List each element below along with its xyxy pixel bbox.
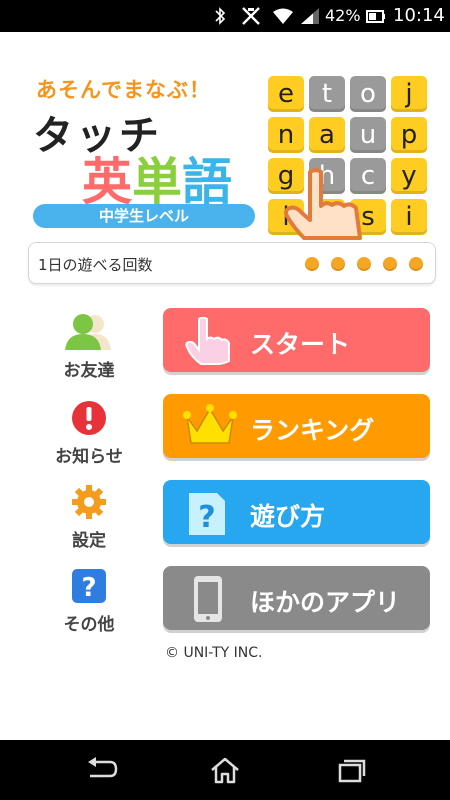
start-button-label: スタート	[250, 330, 351, 359]
svg-text:?: ?	[198, 500, 215, 535]
bluetooth-icon	[215, 7, 226, 25]
nfc-icon	[242, 7, 260, 25]
ranking-button-label: ランキング	[250, 416, 375, 445]
side-item-friends[interactable]: お友達	[44, 312, 134, 381]
ranking-button[interactable]: ランキング	[163, 394, 430, 458]
play-dot	[331, 257, 345, 271]
side-label-notice: お知らせ	[55, 447, 123, 467]
catchphrase: あそんでまなぶ！	[36, 78, 211, 102]
letter-tile: t	[309, 76, 345, 112]
friends-icon	[65, 314, 111, 350]
back-icon[interactable]	[84, 756, 118, 784]
status-bar: 42% 10:14	[0, 0, 450, 32]
side-item-settings[interactable]: 設定	[44, 484, 134, 551]
side-label-other: その他	[63, 615, 115, 635]
play-dot	[357, 257, 371, 271]
notice-icon	[72, 401, 106, 435]
smartphone-icon	[194, 576, 222, 622]
daily-play-count-bar: 1日の遊べる回数	[28, 242, 436, 284]
battery-percent: 42%	[325, 6, 361, 25]
question-icon: ?	[72, 569, 106, 603]
title-char-1: 英	[82, 153, 132, 211]
side-label-friends: お友達	[63, 361, 115, 381]
recent-apps-icon[interactable]	[334, 756, 368, 784]
play-dot	[409, 257, 423, 271]
help-document-icon: ?	[189, 493, 225, 535]
title-char-3: 語	[182, 153, 232, 211]
clock: 10:14	[393, 5, 445, 26]
other-apps-button[interactable]: ほかのアプリ	[163, 566, 430, 630]
how-to-play-button[interactable]: ? 遊び方	[163, 480, 430, 544]
gear-icon	[72, 485, 106, 519]
side-item-notice[interactable]: お知らせ	[44, 400, 134, 467]
wifi-icon	[273, 8, 293, 24]
copyright-text: © UNI-TY INC.	[165, 645, 263, 661]
pointing-hand-icon	[284, 168, 362, 240]
title-char-2: 単	[132, 153, 182, 211]
signal-icon	[301, 8, 319, 24]
play-count-label: 1日の遊べる回数	[38, 256, 153, 274]
crown-icon	[183, 404, 237, 444]
letter-tile: u	[350, 117, 386, 153]
letter-tile: y	[391, 158, 427, 194]
letter-tile: p	[391, 117, 427, 153]
level-badge: 中学生レベル	[33, 204, 255, 228]
hand-icon	[185, 317, 230, 365]
side-item-other[interactable]: ? その他	[44, 568, 134, 635]
navigation-bar	[0, 740, 450, 800]
svg-text:?: ?	[81, 573, 96, 603]
letter-tile: e	[268, 76, 304, 112]
letter-tile: j	[391, 76, 427, 112]
start-button[interactable]: スタート	[163, 308, 430, 372]
battery-icon	[366, 10, 385, 23]
letter-tile: n	[268, 117, 304, 153]
letter-tile: o	[350, 76, 386, 112]
home-icon[interactable]	[208, 756, 242, 784]
how-to-play-button-label: 遊び方	[250, 502, 326, 531]
letter-tile: i	[391, 199, 427, 235]
play-dot	[305, 257, 319, 271]
other-apps-button-label: ほかのアプリ	[250, 588, 401, 617]
letter-tile: a	[309, 117, 345, 153]
side-label-settings: 設定	[72, 531, 106, 551]
play-dot	[383, 257, 397, 271]
